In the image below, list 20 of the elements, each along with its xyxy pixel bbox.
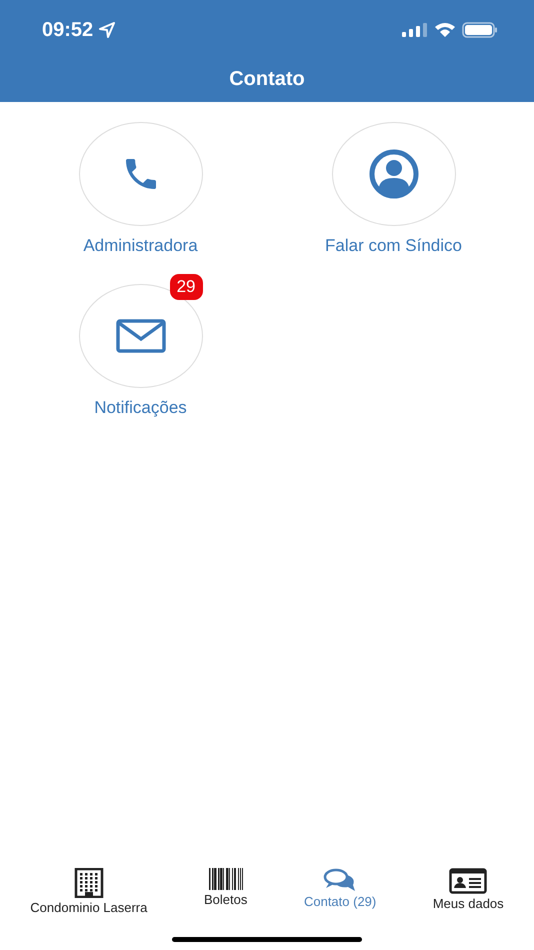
contact-label[interactable]: Falar com Síndico bbox=[325, 236, 462, 256]
contact-label[interactable]: Notificações bbox=[94, 398, 187, 418]
tab-item[interactable]: Condominio Laserra bbox=[30, 868, 148, 915]
tab-item[interactable]: Contato (29) bbox=[304, 868, 376, 915]
location-arrow-icon bbox=[99, 22, 116, 38]
battery-icon bbox=[462, 22, 498, 38]
wifi-icon bbox=[434, 22, 456, 38]
id-card-icon bbox=[449, 868, 488, 894]
screen-title: Contato bbox=[228, 68, 306, 91]
status-time: 09:52 bbox=[42, 18, 94, 42]
count-badge: 29 bbox=[170, 274, 202, 300]
tab-item[interactable]: Meus dados bbox=[432, 868, 504, 915]
signal-icon bbox=[402, 23, 428, 37]
barcode-icon bbox=[208, 868, 243, 890]
tab-item[interactable]: Boletos bbox=[204, 868, 248, 915]
envelope-icon bbox=[116, 319, 166, 353]
user-avatar-icon bbox=[368, 149, 418, 199]
contact-label[interactable]: Administradora bbox=[83, 236, 198, 256]
building-icon bbox=[74, 868, 104, 898]
chat-bubbles-icon bbox=[323, 868, 358, 892]
